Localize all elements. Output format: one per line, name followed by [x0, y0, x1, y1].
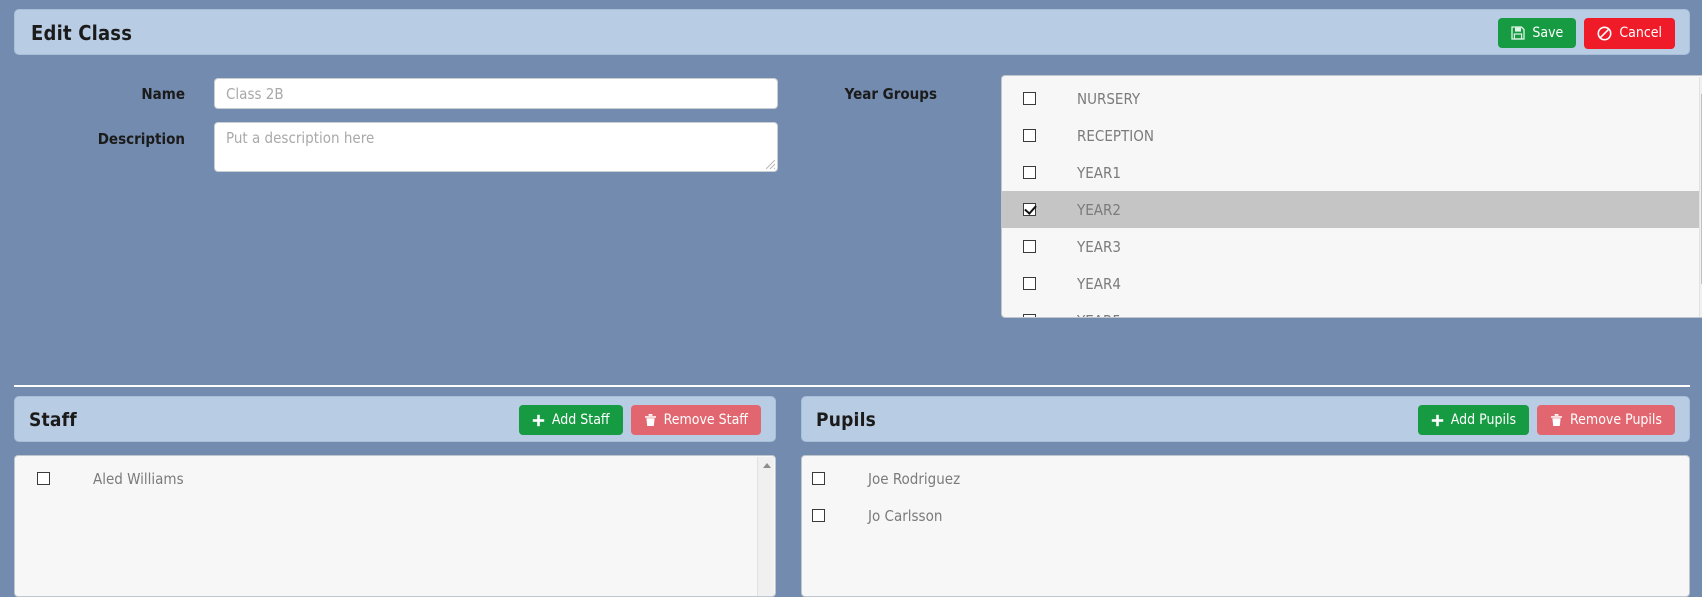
year-group-row[interactable]: YEAR4	[1002, 265, 1702, 302]
staff-header: Staff Add Staff Remove Staff	[15, 397, 775, 443]
year-groups-label: Year Groups	[844, 85, 937, 103]
remove-staff-label: Remove Staff	[663, 412, 748, 428]
remove-pupils-label: Remove Pupils	[1570, 412, 1662, 428]
staff-panel: Staff Add Staff Remove Staff	[14, 396, 776, 442]
staff-row[interactable]: Aled Williams	[15, 460, 775, 497]
list-item-label: Aled Williams	[93, 469, 184, 488]
checkbox[interactable]	[812, 509, 825, 522]
description-input[interactable]	[214, 122, 778, 172]
checkbox[interactable]	[1023, 277, 1036, 290]
checkbox[interactable]	[1023, 129, 1036, 142]
year-group-row[interactable]: NURSERY	[1002, 80, 1702, 117]
staff-scrollbar[interactable]	[757, 457, 775, 596]
checkbox[interactable]	[37, 472, 50, 485]
add-staff-button[interactable]: Add Staff	[518, 405, 623, 435]
list-item-label: Jo Carlsson	[868, 506, 943, 525]
year-groups-listbox[interactable]: NURSERY RECEPTION YEAR1 YEAR2 YEAR3 YEAR4 YEAR…	[1001, 75, 1702, 318]
list-item-label: YEAR1	[1077, 163, 1121, 182]
list-item-label: Joe Rodriguez	[868, 469, 961, 488]
pupil-row[interactable]: Jo Carlsson	[802, 497, 1689, 534]
name-input[interactable]	[214, 78, 778, 109]
staff-actions: Add Staff Remove Staff	[518, 405, 761, 435]
pupil-row[interactable]: Joe Rodriguez	[802, 460, 1689, 497]
checkbox[interactable]	[1023, 92, 1036, 105]
add-pupils-button[interactable]: Add Pupils	[1417, 405, 1530, 435]
description-label: Description	[97, 130, 185, 148]
remove-pupils-button[interactable]: Remove Pupils	[1537, 405, 1675, 435]
checkbox[interactable]	[1023, 240, 1036, 253]
checkbox[interactable]	[1023, 203, 1036, 216]
save-button-label: Save	[1532, 25, 1564, 41]
pupils-actions: Add Pupils Remove Pupils	[1417, 405, 1675, 435]
trash-icon	[644, 413, 657, 427]
staff-title: Staff	[29, 409, 77, 431]
add-staff-label: Add Staff	[551, 412, 610, 428]
checkbox[interactable]	[1023, 166, 1036, 179]
plus-icon	[532, 414, 545, 427]
pupils-items: Joe Rodriguez Jo Carlsson	[802, 456, 1689, 534]
pupils-panel: Pupils Add Pupils Remove Pupils	[801, 396, 1690, 442]
trash-icon	[1550, 413, 1563, 427]
name-label: Name	[141, 85, 185, 103]
cancel-button-label: Cancel	[1619, 25, 1662, 41]
list-item-label: RECEPTION	[1077, 126, 1154, 145]
year-group-row[interactable]: YEAR3	[1002, 228, 1702, 265]
year-group-row[interactable]: YEAR5	[1002, 302, 1702, 318]
checkbox[interactable]	[1023, 314, 1036, 317]
cancel-button[interactable]: Cancel	[1584, 17, 1675, 49]
save-button[interactable]: Save	[1498, 18, 1577, 48]
page-title: Edit Class	[31, 21, 133, 45]
pupils-title: Pupils	[816, 409, 877, 431]
staff-items: Aled Williams	[15, 456, 775, 497]
year-group-row[interactable]: YEAR2	[1002, 191, 1702, 228]
list-item-label: YEAR4	[1077, 274, 1121, 293]
ban-icon	[1597, 26, 1612, 41]
edit-class-header: Edit Class Save Cancel	[15, 10, 1689, 56]
floppy-disk-icon	[1511, 26, 1526, 40]
add-pupils-label: Add Pupils	[1450, 412, 1517, 428]
pupils-header: Pupils Add Pupils Remove Pupils	[802, 397, 1689, 443]
year-groups-items: NURSERY RECEPTION YEAR1 YEAR2 YEAR3 YEAR4 YEAR…	[1002, 76, 1702, 318]
header-actions: Save Cancel	[1498, 17, 1675, 49]
pupils-listbox[interactable]: Joe Rodriguez Jo Carlsson	[801, 455, 1690, 597]
section-divider	[14, 385, 1690, 387]
checkbox[interactable]	[812, 472, 825, 485]
remove-staff-button[interactable]: Remove Staff	[630, 405, 761, 435]
scroll-up-icon[interactable]	[758, 457, 775, 474]
year-group-row[interactable]: YEAR1	[1002, 154, 1702, 191]
staff-listbox[interactable]: Aled Williams	[14, 455, 776, 597]
list-item-label: YEAR5	[1077, 312, 1121, 318]
list-item-label: YEAR2	[1077, 200, 1121, 219]
edit-class-panel: Edit Class Save Cancel	[14, 9, 1690, 55]
list-item-label: YEAR3	[1077, 237, 1121, 256]
list-item-label: NURSERY	[1077, 89, 1141, 108]
year-group-row[interactable]: RECEPTION	[1002, 117, 1702, 154]
plus-icon	[1431, 414, 1444, 427]
